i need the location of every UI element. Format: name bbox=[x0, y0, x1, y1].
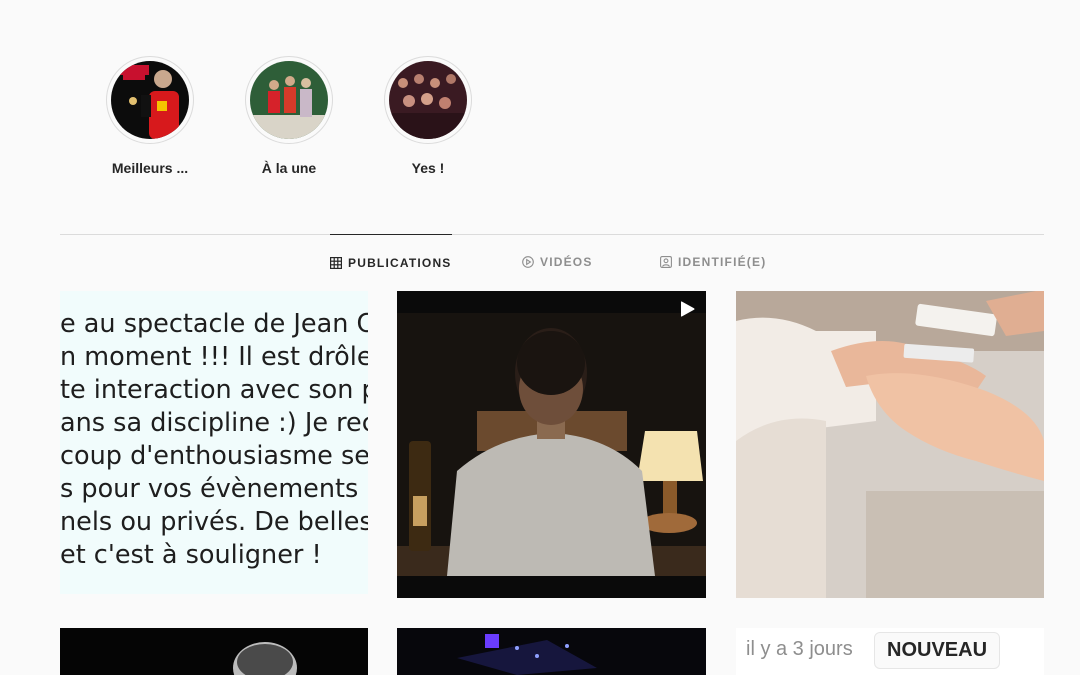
video-thumbnail-image bbox=[397, 291, 706, 598]
post-timestamp: il y a 3 jours bbox=[746, 638, 853, 660]
highlight-ring bbox=[106, 56, 194, 144]
tab-label: PUBLICATIONS bbox=[348, 255, 452, 270]
review-text-line: te interaction avec son pu bbox=[60, 375, 368, 405]
grid-icon bbox=[330, 256, 343, 269]
review-text-line: n moment !!! Il est drôle, e bbox=[60, 342, 368, 372]
tagged-person-icon bbox=[660, 256, 672, 268]
post-image bbox=[60, 628, 368, 675]
post-recent[interactable]: il y a 3 jours NOUVEAU bbox=[736, 628, 1044, 675]
highlight-a-la-une[interactable]: À la une bbox=[219, 56, 359, 176]
review-text-line: coup d'enthousiasme ses bbox=[60, 441, 368, 471]
highlight-ring bbox=[245, 56, 333, 144]
highlight-label: Yes ! bbox=[411, 160, 445, 176]
highlight-performer-thumbnail bbox=[111, 61, 189, 139]
highlight-yes[interactable]: Yes ! bbox=[358, 56, 498, 176]
new-badge: NOUVEAU bbox=[874, 632, 1001, 669]
play-circle-icon bbox=[522, 256, 534, 268]
review-text-line: nels ou privés. De belles bbox=[60, 507, 368, 537]
profile-tabs: PUBLICATIONS VIDÉOS IDENTIFIÉ(E) bbox=[0, 234, 1080, 290]
post-image bbox=[736, 291, 1044, 598]
story-highlights: Meilleurs ... À la une Yes ! bbox=[0, 0, 1080, 200]
post-review-text[interactable]: e au spectacle de Jean C n moment !!! Il… bbox=[60, 291, 368, 594]
post-image bbox=[397, 628, 706, 675]
post-stage-lights[interactable] bbox=[397, 628, 706, 675]
tab-publications[interactable]: PUBLICATIONS bbox=[330, 234, 452, 290]
play-icon bbox=[678, 300, 696, 323]
highlight-label: Meilleurs ... bbox=[111, 160, 189, 176]
highlight-ring bbox=[384, 56, 472, 144]
review-text-line: ans sa discipline :) Je rec bbox=[60, 408, 368, 438]
tab-tagged[interactable]: IDENTIFIÉ(E) bbox=[660, 234, 766, 290]
review-text-line: e au spectacle de Jean C bbox=[60, 309, 368, 339]
tab-label: IDENTIFIÉ(E) bbox=[678, 255, 767, 269]
review-text-line: et c'est à souligner ! bbox=[60, 540, 322, 570]
highlight-audience-thumbnail bbox=[389, 61, 467, 139]
highlight-label: À la une bbox=[261, 160, 317, 176]
highlight-meilleurs[interactable]: Meilleurs ... bbox=[80, 56, 220, 176]
post-video-man-at-desk[interactable] bbox=[397, 291, 706, 598]
tab-videos[interactable]: VIDÉOS bbox=[522, 234, 593, 290]
review-text-line: s pour vos évènements bbox=[60, 474, 359, 504]
post-cards-hands[interactable] bbox=[736, 291, 1044, 598]
post-portrait-bw[interactable] bbox=[60, 628, 368, 675]
highlight-group-thumbnail bbox=[250, 61, 328, 139]
tab-label: VIDÉOS bbox=[540, 255, 593, 269]
